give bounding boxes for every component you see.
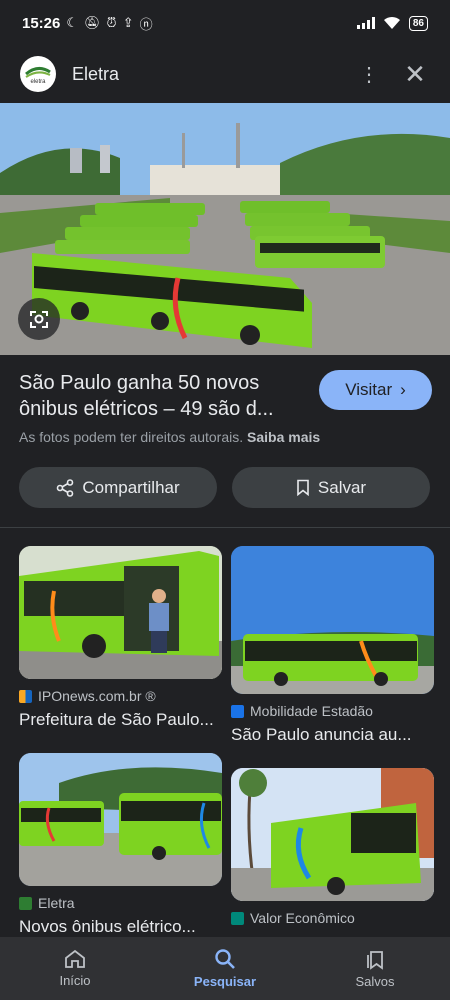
divider [0,527,450,528]
share-icon [57,478,74,497]
nav-saved[interactable]: Salvos [300,937,450,1000]
related-card[interactable]: Valor Econômico [231,768,434,926]
app-bar: eletra Eletra ⋮ ✕ [0,46,450,102]
lens-button[interactable] [18,298,60,340]
wifi-icon [383,16,400,29]
related-title[interactable]: Novos ônibus elétrico... [19,917,222,937]
status-bar: 15:26 ☾ 🔕︎ ⏰︎ ⇪ ⓝ 86 [0,0,450,46]
upload-icon: ⇪ [122,15,134,30]
more-options-icon[interactable]: ⋮ [354,62,384,87]
visit-button[interactable]: Visitar › [319,370,432,410]
share-button[interactable]: Compartilhar [19,467,217,508]
related-title[interactable]: São Paulo anuncia au... [231,725,434,745]
save-label: Salvar [317,477,367,497]
related-card[interactable]: IPOnews.com.br ® Prefeitura de São Paulo… [19,546,222,730]
svg-text:eletra: eletra [30,79,46,84]
related-card[interactable]: Eletra Novos ônibus elétrico... [19,753,222,937]
related-source: Mobilidade Estadão [231,703,434,719]
signal-icon [356,17,375,29]
close-icon[interactable]: ✕ [400,61,430,87]
nav-search-label: Pesquisar [193,974,257,989]
main-image[interactable] [0,103,450,355]
rights-text: As fotos podem ter direitos autorais. [19,429,244,445]
learn-more-link[interactable]: Saiba mais [247,429,320,445]
chevron-right-icon: › [400,380,406,399]
eletra-logo: eletra [25,67,51,84]
related-thumbnail[interactable] [231,546,434,694]
nav-home-label: Início [59,973,91,988]
clock: 15:26 [22,14,61,32]
bookmark-icon [297,479,309,496]
source-name: Mobilidade Estadão [250,703,373,719]
home-icon [65,949,85,968]
related-thumbnail[interactable] [19,753,222,886]
result-title[interactable]: São Paulo ganha 50 novos ônibus elétrico… [19,370,309,422]
app-title: Eletra [72,63,120,84]
site-favicon [231,911,244,925]
battery-icon: 86 [408,15,428,31]
nav-search[interactable]: Pesquisar [150,937,300,1000]
moon-icon: ☾ [66,15,79,30]
alarm-icon: ⏰︎ [106,15,117,30]
source-logo[interactable]: eletra [20,56,56,92]
google-lens-icon [30,311,48,328]
source-name: Eletra [38,895,75,911]
related-source: IPOnews.com.br ® [19,688,222,704]
bottom-navigation: Início Pesquisar Salvos [0,937,450,1000]
source-name: Valor Econômico [250,910,355,926]
save-button[interactable]: Salvar [232,467,430,508]
related-card[interactable]: Mobilidade Estadão São Paulo anuncia au.… [231,546,434,745]
site-favicon [19,689,32,703]
mute-icon: 🔕︎ [84,15,101,30]
nav-home[interactable]: Início [0,937,150,1000]
saved-collections-icon [367,951,383,970]
nav-saved-label: Salvos [355,974,395,989]
nfc-icon: ⓝ [139,16,153,32]
related-source: Eletra [19,895,222,911]
related-thumbnail[interactable] [19,546,222,679]
visit-label: Visitar [345,380,393,399]
share-label: Compartilhar [82,477,180,497]
related-thumbnail[interactable] [231,768,434,901]
site-favicon [231,704,244,718]
search-icon [215,949,235,969]
related-source: Valor Econômico [231,910,434,926]
source-name: IPOnews.com.br ® [38,688,156,704]
copyright-notice: As fotos podem ter direitos autorais. Sa… [19,429,320,445]
related-title[interactable]: Prefeitura de São Paulo... [19,710,222,730]
site-favicon [19,896,32,910]
